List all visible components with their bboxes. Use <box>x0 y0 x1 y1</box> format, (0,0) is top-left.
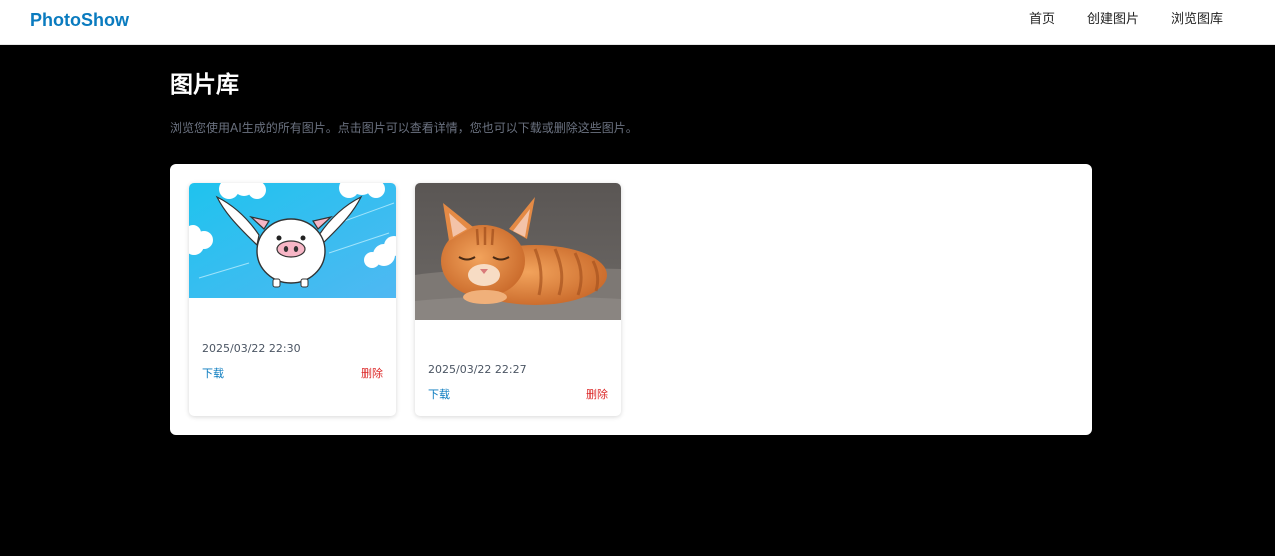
delete-button[interactable]: 删除 <box>361 367 383 381</box>
image-date: 2025/03/22 22:27 <box>428 363 527 376</box>
card-actions: 下载 删除 <box>428 388 608 402</box>
nav-home[interactable]: 首页 <box>1029 12 1055 28</box>
gallery-panel: 2025/03/22 22:30 下载 删除 2025/03/22 22:27 … <box>170 164 1092 435</box>
download-button[interactable]: 下载 <box>202 367 224 381</box>
nav-browse-gallery[interactable]: 浏览图库 <box>1171 12 1223 28</box>
card-actions: 下载 删除 <box>202 367 383 381</box>
image-thumbnail-sleeping-cat[interactable] <box>415 183 621 320</box>
image-card: 2025/03/22 22:27 下载 删除 <box>415 183 621 416</box>
delete-button[interactable]: 删除 <box>586 388 608 402</box>
image-thumbnail-flying-pig[interactable] <box>189 183 396 298</box>
page-description: 浏览您使用AI生成的所有图片。点击图片可以查看详情，您也可以下载或删除这些图片。 <box>170 121 638 135</box>
main-nav: 首页 创建图片 浏览图库 <box>1029 12 1223 28</box>
brand-logo-link[interactable]: PhotoShow <box>30 9 129 31</box>
image-date: 2025/03/22 22:30 <box>202 342 301 355</box>
nav-create-image[interactable]: 创建图片 <box>1087 12 1139 28</box>
top-navbar: PhotoShow 首页 创建图片 浏览图库 <box>0 0 1275 45</box>
download-button[interactable]: 下载 <box>428 388 450 402</box>
image-card: 2025/03/22 22:30 下载 删除 <box>189 183 396 416</box>
page-title: 图片库 <box>170 72 239 98</box>
